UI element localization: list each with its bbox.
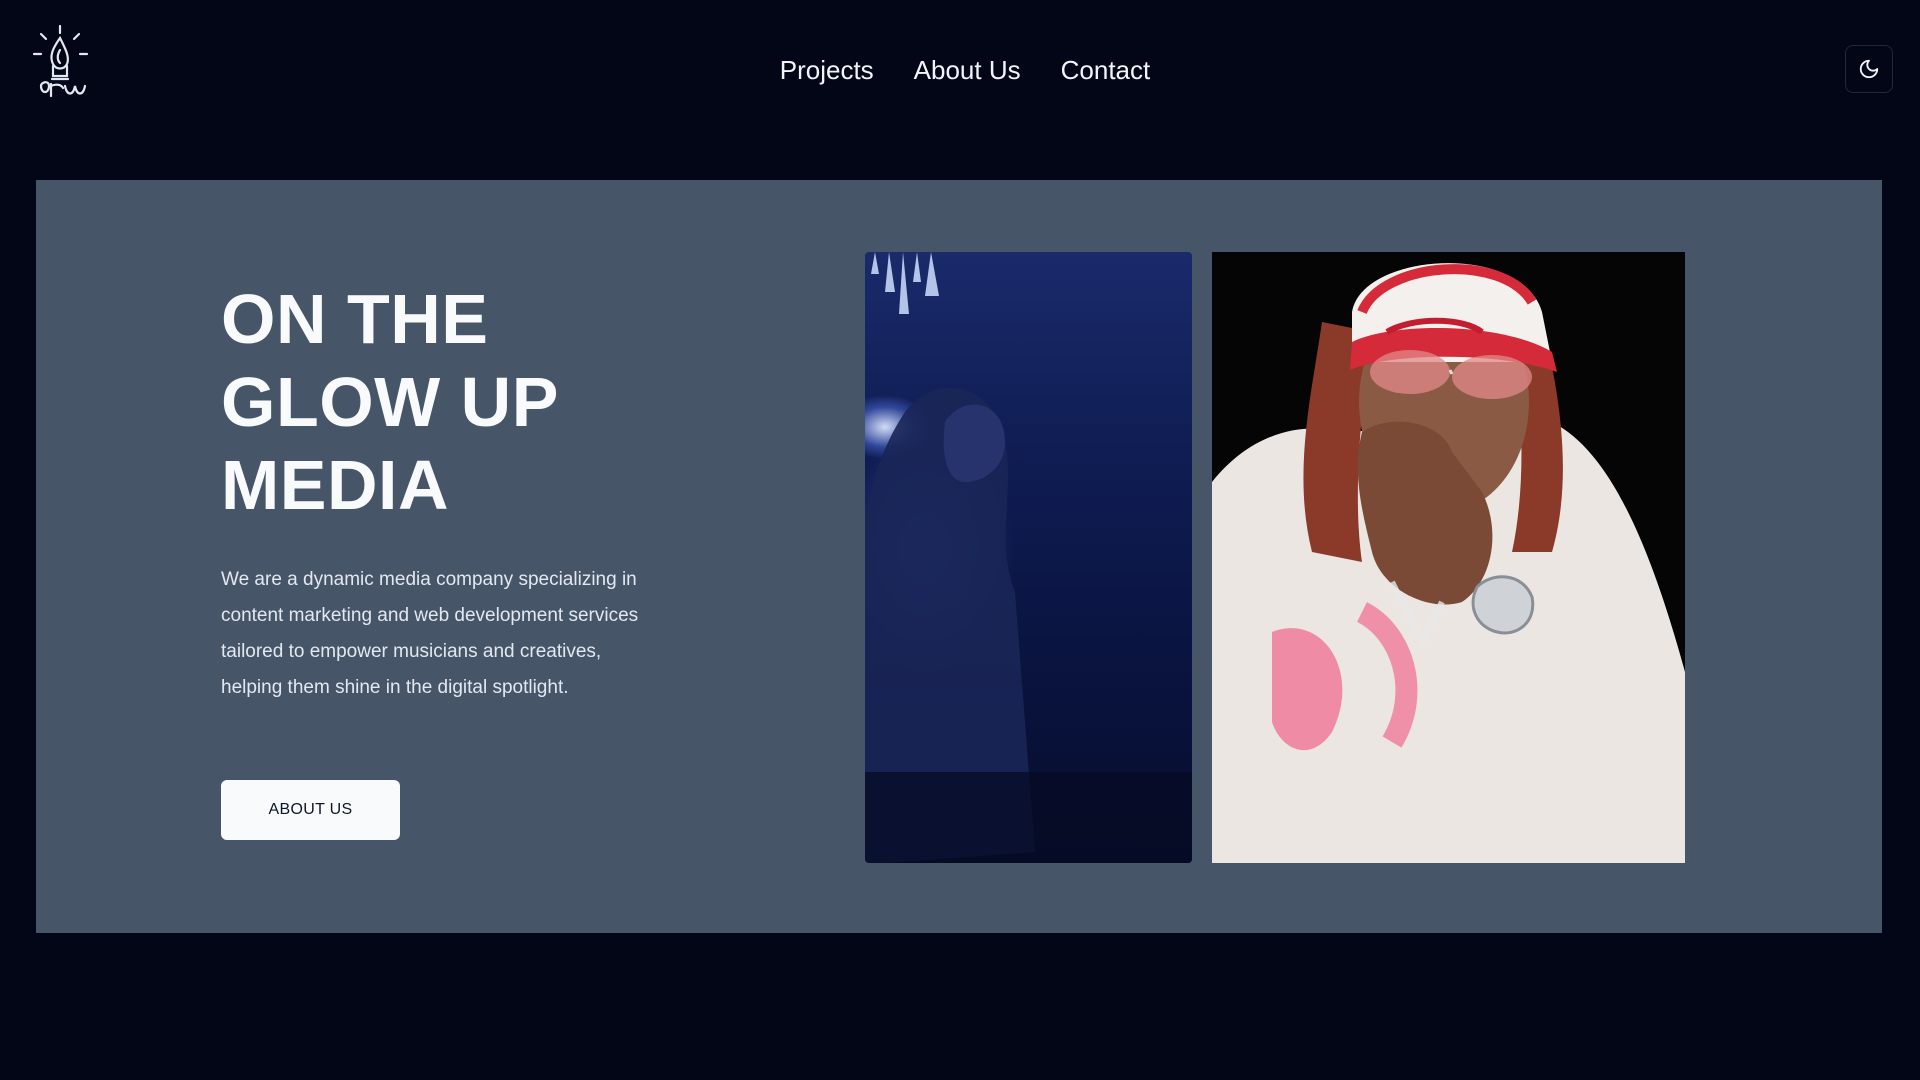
moon-icon bbox=[1859, 59, 1879, 79]
nav-link-about-us[interactable]: About Us bbox=[914, 50, 1021, 90]
hero-title: ON THE GLOW UP MEDIA bbox=[221, 278, 721, 527]
main-nav: Projects About Us Contact bbox=[0, 50, 1920, 90]
hero-title-line: ON THE bbox=[221, 280, 489, 358]
hero-section: ON THE GLOW UP MEDIA We are a dynamic me… bbox=[36, 180, 1882, 933]
hero-title-line: MEDIA bbox=[221, 446, 450, 524]
concert-photo bbox=[865, 252, 1192, 863]
about-us-button[interactable]: ABOUT US bbox=[221, 780, 400, 840]
nav-link-contact[interactable]: Contact bbox=[1061, 50, 1151, 90]
hero-description: We are a dynamic media company specializ… bbox=[221, 569, 639, 698]
theme-toggle-button[interactable] bbox=[1845, 45, 1893, 93]
hero-title-line: GLOW UP bbox=[221, 363, 559, 441]
artist-portrait-photo bbox=[1212, 252, 1685, 863]
nav-link-projects[interactable]: Projects bbox=[780, 50, 874, 90]
site-header: Projects About Us Contact bbox=[0, 0, 1920, 140]
